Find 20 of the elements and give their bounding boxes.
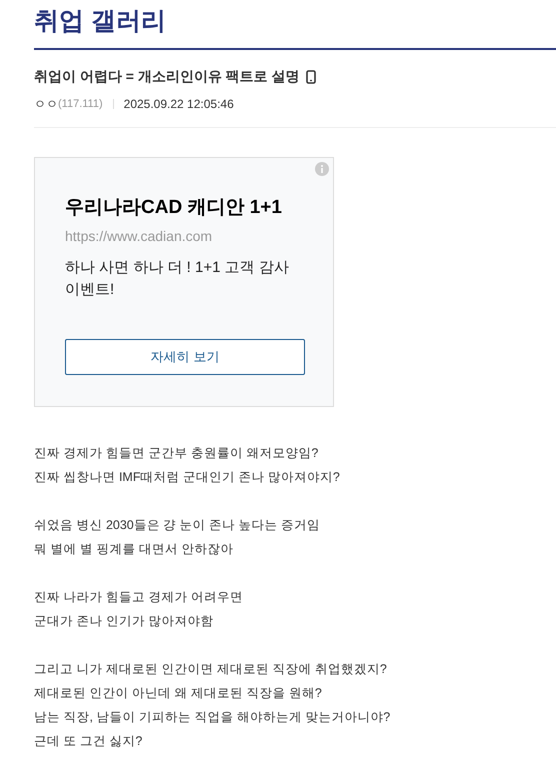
author-name[interactable]: ㅇㅇ [34, 95, 58, 113]
ad-title[interactable]: 우리나라CAD 캐디안 1+1 [65, 196, 303, 220]
post-date: 2025.09.22 12:05:46 [124, 96, 234, 113]
body-text-line: 쉬었음 병신 2030들은 걍 눈이 존나 높다는 증거임 [34, 517, 322, 534]
mobile-phone-icon [306, 70, 316, 84]
body-text-line: 근데 또 그건 싫지? [34, 733, 144, 750]
body-text-line: 군대가 존나 인기가 많아져야함 [34, 613, 214, 630]
body-text-line: 제대로된 인간이 아닌데 왜 제대로된 직장을 원해? [34, 685, 323, 702]
body-text-line: 남는 직장, 남들이 기피하는 직업을 해야하는게 맞는거아니야? [34, 709, 392, 726]
author-ip: (117.111) [58, 96, 103, 112]
gallery-title: 취업 갤러리 [34, 6, 167, 37]
body-text-line: 진짜 씹창나면 IMF때처럼 군대인기 존나 많아져야지? [34, 469, 341, 486]
body-text-line: 진짜 경제가 힘들면 군간부 충원률이 왜저모양임? [34, 445, 320, 462]
info-icon[interactable] [315, 162, 329, 176]
ad-description: 하나 사면 하나 더 ! 1+1 고객 감사 이벤트! [65, 258, 290, 300]
post-title: 취업이 어렵다 = 개소리인이유 팩트로 설명 [34, 67, 300, 86]
body-text-line: 그리고 니가 제대로된 인간이면 제대로된 직장에 취업했겠지? [34, 661, 388, 678]
details-button[interactable]: 자세히 보기 [65, 339, 305, 375]
body-text-line: 뭐 별에 별 핑계를 대면서 안하잖아 [34, 541, 234, 558]
body-text-line: 진짜 나라가 힘들고 경제가 어려우면 [34, 589, 244, 606]
